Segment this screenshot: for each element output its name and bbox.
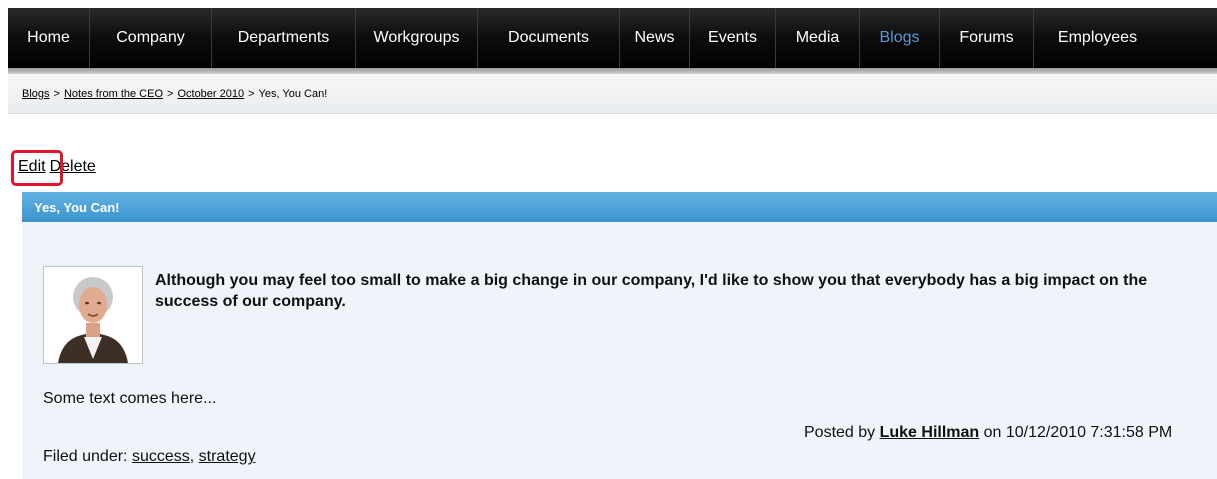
post-actions: Edit Delete [18, 158, 96, 176]
nav-label: Workgroups [373, 29, 460, 46]
posted-prefix: Posted by [804, 424, 876, 441]
post-title-bar: Yes, You Can! [22, 192, 1217, 222]
nav-item-employees[interactable]: Employees [1034, 8, 1161, 68]
post-tags: Filed under: success, strategy [43, 448, 256, 466]
post-meta: Posted by Luke Hillman on 10/12/2010 7:3… [804, 424, 1172, 442]
top-strip [0, 0, 1217, 8]
nav-item-home[interactable]: Home [8, 8, 90, 68]
breadcrumb-current: Yes, You Can! [258, 87, 328, 100]
nav-item-documents[interactable]: Documents [478, 8, 620, 68]
nav-label: Blogs [879, 29, 920, 46]
posted-date: on 10/12/2010 7:31:58 PM [983, 424, 1173, 441]
post-body-text: Some text comes here... [43, 390, 217, 407]
nav-label: News [634, 29, 675, 46]
nav-item-departments[interactable]: Departments [212, 8, 356, 68]
post-title: Yes, You Can! [34, 199, 120, 215]
nav-item-forums[interactable]: Forums [940, 8, 1034, 68]
author-photo [44, 267, 142, 363]
delete-link[interactable]: Delete [50, 158, 96, 176]
nav-item-events[interactable]: Events [690, 8, 776, 68]
tag-link-success[interactable]: success [132, 448, 190, 465]
author-avatar [43, 266, 143, 364]
breadcrumb-link-notes-from-the-ceo[interactable]: Notes from the CEO [64, 88, 163, 100]
nav-label: Departments [237, 29, 330, 46]
nav-label: Home [27, 29, 70, 46]
nav-item-media[interactable]: Media [776, 8, 860, 68]
nav-item-blogs[interactable]: Blogs [860, 8, 940, 68]
breadcrumb-link-blogs[interactable]: Blogs [22, 88, 50, 100]
nav-label: Company [116, 29, 185, 46]
nav-label: Media [795, 29, 840, 46]
breadcrumb-separator: > [53, 87, 60, 100]
nav-label: Documents [508, 29, 589, 46]
nav-item-workgroups[interactable]: Workgroups [356, 8, 478, 68]
breadcrumb-separator: > [167, 87, 174, 100]
edit-link[interactable]: Edit [18, 158, 46, 176]
tag-link-strategy[interactable]: strategy [199, 448, 256, 465]
author-link[interactable]: Luke Hillman [880, 424, 980, 441]
nav-label: Events [708, 29, 757, 46]
nav-item-company[interactable]: Company [90, 8, 212, 68]
main-navigation: Home Company Departments Workgroups Docu… [8, 8, 1217, 68]
nav-item-news[interactable]: News [620, 8, 690, 68]
nav-label: Forums [959, 29, 1014, 46]
breadcrumb-separator: > [248, 87, 255, 100]
nav-label: Employees [1057, 29, 1138, 46]
filed-under-label: Filed under: [43, 448, 128, 465]
breadcrumb: Blogs > Notes from the CEO > October 201… [8, 74, 1217, 114]
post-lead: Although you may feel too small to make … [155, 272, 1148, 310]
breadcrumb-link-october-2010[interactable]: October 2010 [177, 88, 244, 100]
tag-separator: , [189, 448, 195, 465]
